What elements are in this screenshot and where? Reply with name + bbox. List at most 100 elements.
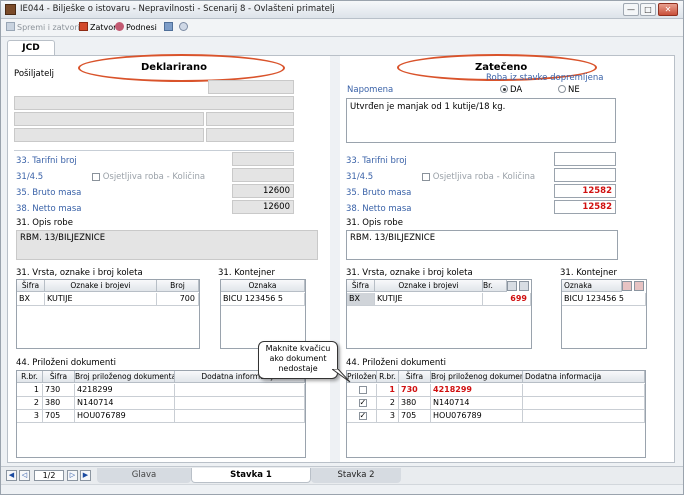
callout-tooltip: Maknite kvačicu ako dokument nedostaje [258, 341, 338, 379]
table-cell[interactable] [523, 397, 645, 410]
app-icon [5, 4, 16, 15]
save-close-button[interactable]: Spremi i zatvori [6, 22, 80, 34]
note-textarea[interactable]: Utvrđen je manjak od 1 kutije/18 kg. [346, 98, 616, 143]
table-cell[interactable]: N140714 [431, 397, 523, 410]
table-cell[interactable]: 2 [17, 397, 43, 410]
packages-col-code[interactable]: Šifra [347, 280, 375, 292]
description-input-right[interactable]: RBM. 13/BILJEZNICE [346, 230, 618, 260]
next-page-icon[interactable]: ▷ [67, 470, 78, 481]
column-divider [330, 56, 340, 462]
sender-field-2 [14, 96, 294, 110]
packages-col-code[interactable]: Šifra [17, 280, 45, 292]
first-page-icon[interactable]: ◀ [6, 470, 17, 481]
container-col-mark[interactable]: Oznaka [221, 280, 305, 292]
container-label-right: 31. Kontejner [560, 268, 617, 278]
tab-stavka-2[interactable]: Stavka 2 [311, 468, 401, 483]
table-cell[interactable]: 2 [377, 397, 399, 410]
table-cell[interactable]: 705 [43, 410, 75, 423]
table-cell[interactable] [175, 410, 305, 423]
container-col-mark[interactable]: Oznaka [562, 280, 622, 292]
docs-col-info[interactable]: Dodatna informacija [523, 371, 645, 383]
table-cell[interactable]: 4218299 [431, 384, 523, 397]
table-cell[interactable]: 1 [17, 384, 43, 397]
sensitive-checkbox-right[interactable]: Osjetljiva roba - Količina [422, 172, 535, 182]
close-button[interactable]: Zatvori [79, 22, 119, 34]
prev-page-icon[interactable]: ◁ [19, 470, 30, 481]
table-cell[interactable] [175, 397, 305, 410]
packages-grid-left: Šifra Oznake i brojevi Broj BX KUTIJE 70… [16, 279, 200, 349]
table-cell[interactable]: 699 [483, 293, 531, 306]
tab-glava[interactable]: Glava [97, 468, 191, 483]
table-cell[interactable]: 3 [377, 410, 399, 423]
docs-col-code[interactable]: Šifra [399, 371, 431, 383]
table-cell[interactable]: HOU076789 [75, 410, 175, 423]
container-delete-icon[interactable] [634, 281, 644, 291]
sender-field-1 [208, 80, 294, 94]
table-cell[interactable]: KUTIJE [45, 293, 157, 306]
code-label-right: 31/4.5 [346, 172, 374, 182]
grid-delete-icon[interactable] [519, 281, 529, 291]
page-indicator[interactable]: 1/2 [34, 470, 64, 481]
docs-col-number[interactable]: Broj priloženog dokumenta [75, 371, 175, 383]
packages-label-left: 31. Vrsta, oznake i broj koleta [16, 268, 143, 278]
table-cell[interactable]: BX [347, 293, 375, 306]
net-value-left: 12600 [232, 200, 294, 214]
tariff-field-left [232, 152, 294, 166]
attached-checkbox[interactable] [347, 384, 377, 397]
submit-button[interactable]: Podnesi [115, 22, 157, 34]
documents-grid-left: R.br. Šifra Broj priloženog dokumenta Do… [16, 370, 306, 458]
table-cell[interactable]: 730 [43, 384, 75, 397]
maximize-button[interactable]: □ [640, 3, 656, 16]
table-cell[interactable]: HOU076789 [431, 410, 523, 423]
container-add-icon[interactable] [622, 281, 632, 291]
list-icon[interactable] [164, 22, 175, 34]
last-page-icon[interactable]: ▶ [80, 470, 91, 481]
container-label-left: 31. Kontejner [218, 268, 275, 278]
docs-col-code[interactable]: Šifra [43, 371, 75, 383]
document-content: Deklarirano Pošiljatelj 33. Tarifni broj… [7, 54, 675, 463]
net-input-right[interactable]: 12582 [554, 200, 616, 214]
info-icon[interactable] [179, 22, 190, 34]
table-cell[interactable]: 380 [43, 397, 75, 410]
table-cell[interactable]: 4218299 [75, 384, 175, 397]
shipped-no-radio[interactable]: NE [558, 85, 580, 95]
packages-col-count[interactable]: Br. [483, 280, 507, 292]
table-cell[interactable] [175, 384, 305, 397]
table-cell[interactable]: 705 [399, 410, 431, 423]
docs-col-no[interactable]: R.br. [377, 371, 399, 383]
table-cell[interactable] [523, 410, 645, 423]
status-bar [1, 484, 683, 494]
tariff-label-left: 33. Tarifni broj [16, 156, 77, 166]
packages-col-count[interactable]: Broj [157, 280, 199, 292]
sender-field-4 [206, 112, 294, 126]
sensitive-input-right[interactable] [554, 168, 616, 182]
documents-grid-right: Priložen R.br. Šifra Broj priloženog dok… [346, 370, 646, 458]
table-cell[interactable]: 700 [157, 293, 199, 306]
grid-add-icon[interactable] [507, 281, 517, 291]
table-cell[interactable] [523, 384, 645, 397]
tab-stavka-1[interactable]: Stavka 1 [191, 468, 311, 483]
table-cell[interactable]: 380 [399, 397, 431, 410]
table-cell[interactable]: BX [17, 293, 45, 306]
packages-col-marks[interactable]: Oznake i brojevi [45, 280, 157, 292]
close-window-button[interactable]: ✕ [658, 3, 678, 16]
attached-checkbox[interactable]: ✓ [347, 397, 377, 410]
docs-col-number[interactable]: Broj priloženog dokumenta [431, 371, 523, 383]
table-cell[interactable]: BICU 123456 5 [562, 293, 646, 306]
table-cell[interactable]: 1 [377, 384, 399, 397]
table-cell[interactable]: 3 [17, 410, 43, 423]
table-cell[interactable]: KUTIJE [375, 293, 483, 306]
minimize-button[interactable]: — [623, 3, 639, 16]
gross-input-right[interactable]: 12582 [554, 184, 616, 198]
docs-col-no[interactable]: R.br. [17, 371, 43, 383]
attached-checkbox[interactable]: ✓ [347, 410, 377, 423]
shipped-yes-radio[interactable]: DA [500, 85, 522, 95]
table-cell[interactable]: 730 [399, 384, 431, 397]
tab-jcd[interactable]: JCD [7, 40, 55, 56]
packages-col-marks[interactable]: Oznake i brojevi [375, 280, 483, 292]
tariff-input-right[interactable] [554, 152, 616, 166]
radio-yes-icon [500, 85, 508, 93]
table-cell[interactable]: BICU 123456 5 [221, 293, 305, 306]
code-label-left: 31/4.5 [16, 172, 44, 182]
table-cell[interactable]: N140714 [75, 397, 175, 410]
